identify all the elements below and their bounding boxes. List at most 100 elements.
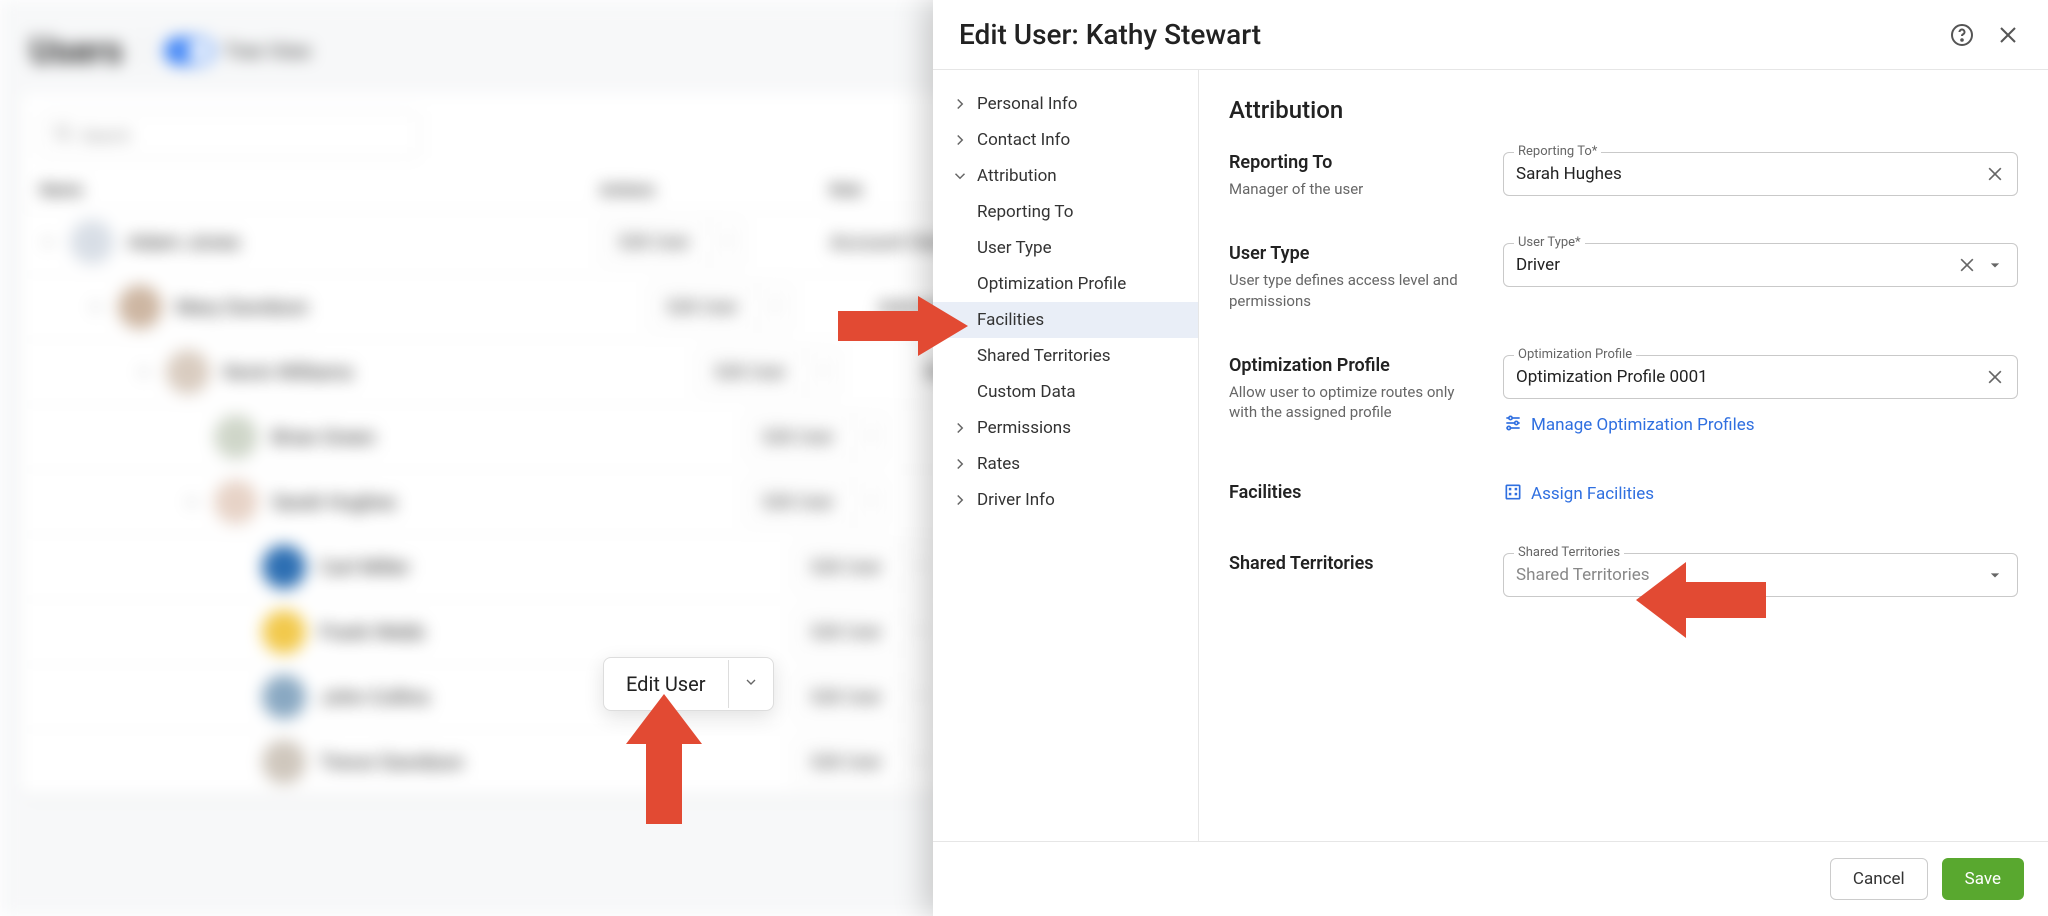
save-button[interactable]: Save: [1942, 858, 2024, 900]
nav-item-personal-info[interactable]: Personal Info: [933, 86, 1198, 122]
avatar: [118, 285, 162, 329]
panel-side-nav: Personal Info Contact Info Attribution R…: [933, 70, 1199, 841]
user-name: Sarah Hughes: [272, 490, 396, 514]
optimization-profile-label: Optimization Profile: [1229, 355, 1469, 376]
user-type-field[interactable]: User Type* Driver: [1503, 243, 2018, 287]
avatar: [262, 610, 306, 654]
assign-facilities-label: Assign Facilities: [1531, 484, 1654, 504]
edit-user-button-label: Edit User: [604, 658, 728, 710]
edit-user-action-button[interactable]: Edit User: [603, 657, 774, 711]
sliders-icon: [1503, 413, 1523, 438]
edit-user-button[interactable]: Edit User: [792, 546, 937, 589]
column-header-actions: Actions: [600, 180, 830, 199]
assign-facilities-link[interactable]: Assign Facilities: [1503, 482, 2018, 507]
nav-item-attribution[interactable]: Attribution: [933, 158, 1198, 194]
edit-user-button-label: Edit User: [793, 547, 901, 588]
nav-sub-reporting-to[interactable]: Reporting To: [933, 194, 1198, 230]
nav-sub-facilities[interactable]: Facilities: [933, 302, 1198, 338]
chevron-down-icon: [951, 167, 969, 185]
chevron-down-icon[interactable]: [805, 353, 840, 392]
chevron-down-icon[interactable]: [40, 234, 56, 250]
chevron-down-icon[interactable]: [184, 494, 200, 510]
chevron-down-icon[interactable]: [136, 364, 152, 380]
reporting-to-floating-label: Reporting To*: [1514, 144, 1601, 159]
page-title: Users: [30, 30, 123, 72]
edit-user-button-label: Edit User: [649, 287, 757, 328]
edit-user-button[interactable]: Edit User: [792, 676, 937, 719]
clear-icon[interactable]: [1985, 367, 2005, 387]
cancel-button[interactable]: Cancel: [1830, 858, 1928, 900]
chevron-right-icon: [951, 491, 969, 509]
edit-user-button[interactable]: Edit User: [792, 741, 937, 784]
chevron-down-icon[interactable]: [901, 548, 936, 587]
close-icon[interactable]: [1994, 21, 2022, 49]
nav-label: Contact Info: [977, 130, 1070, 150]
shared-territories-field[interactable]: Shared Territories Shared Territories: [1503, 553, 2018, 597]
edit-user-button[interactable]: Edit User: [696, 351, 841, 394]
nav-sub-optimization-profile[interactable]: Optimization Profile: [933, 266, 1198, 302]
reporting-to-label: Reporting To: [1229, 152, 1469, 173]
avatar: [214, 415, 258, 459]
clear-icon[interactable]: [1985, 164, 2005, 184]
edit-user-button[interactable]: Edit User: [744, 416, 889, 459]
manage-optimization-profiles-link[interactable]: Manage Optimization Profiles: [1503, 413, 2018, 438]
search-icon: [53, 123, 73, 147]
user-type-floating-label: User Type*: [1514, 235, 1585, 250]
avatar: [214, 480, 258, 524]
chevron-down-icon[interactable]: [757, 288, 792, 327]
nav-item-rates[interactable]: Rates: [933, 446, 1198, 482]
chevron-right-icon: [951, 131, 969, 149]
user-name: Brian Green: [272, 425, 375, 449]
optimization-profile-floating-label: Optimization Profile: [1514, 347, 1636, 362]
reporting-to-value: Sarah Hughes: [1516, 164, 1985, 184]
search-input[interactable]: Search: [40, 112, 420, 158]
optimization-profile-field[interactable]: Optimization Profile Optimization Profil…: [1503, 355, 2018, 399]
edit-user-button[interactable]: Edit User: [792, 611, 937, 654]
column-header-name[interactable]: Name: [40, 180, 600, 199]
edit-user-panel: Edit User: Kathy Stewart Personal Info C…: [933, 0, 2048, 916]
clear-icon[interactable]: [1957, 255, 1977, 275]
edit-user-button-label: Edit User: [793, 612, 901, 653]
nav-label: Driver Info: [977, 490, 1055, 510]
nav-sub-user-type[interactable]: User Type: [933, 230, 1198, 266]
nav-item-permissions[interactable]: Permissions: [933, 410, 1198, 446]
chevron-down-icon[interactable]: [88, 299, 104, 315]
chevron-down-icon[interactable]: [728, 660, 773, 708]
nav-sub-shared-territories[interactable]: Shared Territories: [933, 338, 1198, 374]
user-type-desc: User type defines access level and permi…: [1229, 270, 1469, 311]
avatar: [262, 545, 306, 589]
dropdown-caret-icon[interactable]: [1985, 565, 2005, 585]
chevron-down-icon[interactable]: [901, 743, 936, 782]
chevron-down-icon[interactable]: [901, 613, 936, 652]
user-name: John Collins: [320, 685, 430, 709]
facilities-label: Facilities: [1229, 482, 1469, 503]
chevron-down-icon[interactable]: [709, 223, 744, 262]
chevron-down-icon[interactable]: [853, 483, 888, 522]
tree-view-toggle[interactable]: [164, 37, 214, 65]
nav-item-contact-info[interactable]: Contact Info: [933, 122, 1198, 158]
reporting-to-field[interactable]: Reporting To* Sarah Hughes: [1503, 152, 2018, 196]
shared-territories-label: Shared Territories: [1229, 553, 1469, 574]
chevron-down-icon[interactable]: [853, 418, 888, 457]
edit-user-button[interactable]: Edit User: [744, 481, 889, 524]
avatar: [262, 675, 306, 719]
edit-user-button-label: Edit User: [745, 417, 853, 458]
search-placeholder: Search: [81, 126, 130, 145]
user-name: Mary Davidson: [176, 295, 308, 319]
optimization-profile-desc: Allow user to optimize routes only with …: [1229, 382, 1469, 423]
help-icon[interactable]: [1948, 21, 1976, 49]
user-name: Adam Jones: [128, 230, 240, 254]
avatar: [166, 350, 210, 394]
nav-sub-custom-data[interactable]: Custom Data: [933, 374, 1198, 410]
panel-title: Edit User: Kathy Stewart: [959, 18, 1261, 51]
user-name: Carl Miller: [320, 555, 410, 579]
edit-user-button[interactable]: Edit User: [600, 221, 745, 264]
dropdown-caret-icon[interactable]: [1985, 255, 2005, 275]
chevron-down-icon[interactable]: [901, 678, 936, 717]
nav-item-driver-info[interactable]: Driver Info: [933, 482, 1198, 518]
user-type-value: Driver: [1516, 255, 1957, 275]
user-name: Trevor Davidson: [320, 750, 463, 774]
optimization-profile-value: Optimization Profile 0001: [1516, 367, 1985, 387]
shared-territories-floating-label: Shared Territories: [1514, 545, 1624, 560]
edit-user-button[interactable]: Edit User: [648, 286, 793, 329]
